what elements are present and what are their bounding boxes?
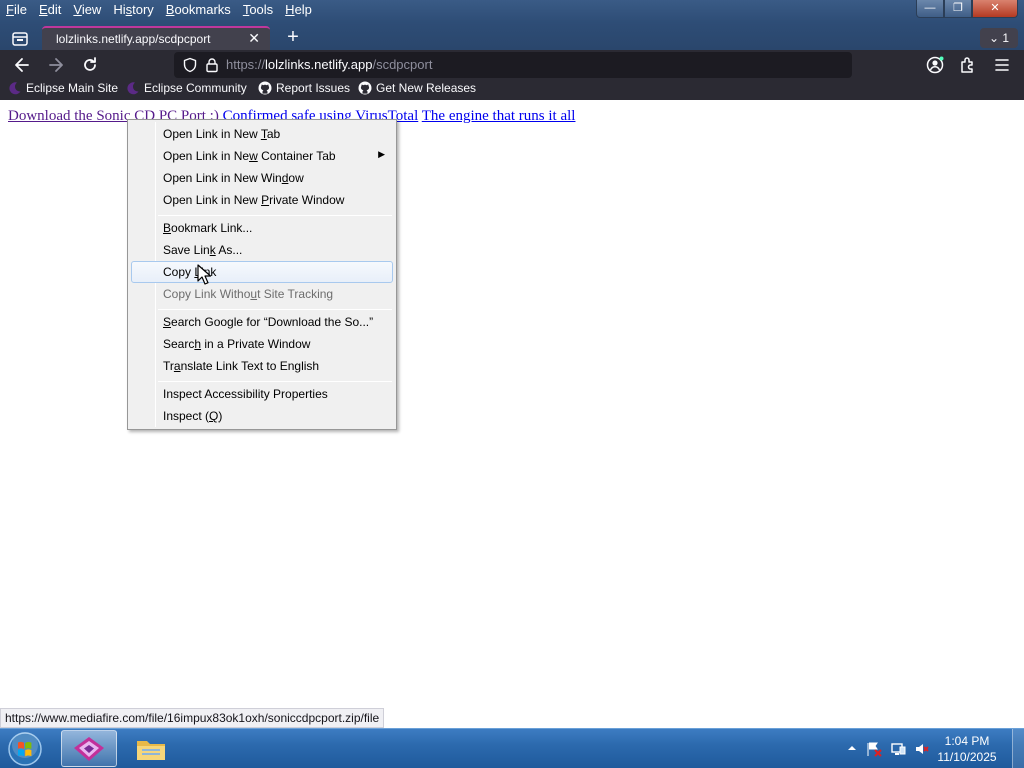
show-desktop-button[interactable]	[1012, 729, 1024, 768]
mouse-cursor-icon	[197, 264, 212, 285]
menu-bar: File Edit View History Bookmarks Tools H…	[0, 0, 318, 20]
browser-chrome: File Edit View History Bookmarks Tools H…	[0, 0, 1024, 100]
menu-search-google[interactable]: Search Google for “Download the So...”	[131, 311, 393, 333]
taskbar-browser-button[interactable]	[61, 730, 117, 767]
moon-icon	[127, 82, 139, 95]
menu-separator	[158, 215, 392, 216]
window-controls: — ❐ ✕	[916, 0, 1018, 18]
menu-save-link-as[interactable]: Save Link As...	[131, 239, 393, 261]
list-all-tabs-button[interactable]: ⌄ 1	[980, 28, 1018, 48]
new-tab-button[interactable]: +	[282, 26, 304, 48]
menu-edit[interactable]: Edit	[33, 0, 67, 20]
bookmarks-toolbar: Eclipse Main Site Eclipse Community Repo…	[0, 78, 1024, 100]
menu-separator	[158, 309, 392, 310]
menu-file[interactable]: File	[0, 0, 33, 20]
bookmark-report-issues[interactable]: Report Issues	[258, 81, 350, 95]
menu-open-container-tab[interactable]: Open Link in New Container Tab ▶	[131, 145, 393, 167]
menu-open-new-window[interactable]: Open Link in New Window	[131, 167, 393, 189]
bookmark-eclipse-community[interactable]: Eclipse Community	[126, 81, 247, 95]
menu-view[interactable]: View	[67, 0, 107, 20]
minimize-button[interactable]: —	[916, 0, 944, 18]
menu-inspect[interactable]: Inspect (Q)	[131, 405, 393, 427]
tab-active[interactable]: lolzlinks.netlify.app/scdpcport ✕	[42, 26, 270, 52]
url-text: https://lolzlinks.netlify.app/scdpcport	[226, 57, 433, 72]
firefox-view-icon	[12, 32, 28, 46]
menu-search-private-window[interactable]: Search in a Private Window	[131, 333, 393, 355]
tab-close-icon[interactable]: ✕	[248, 30, 260, 47]
forward-icon[interactable]	[46, 55, 66, 75]
menu-open-private-window[interactable]: Open Link in New Private Window	[131, 189, 393, 211]
clock-time: 1:04 PM	[944, 734, 990, 748]
menu-help[interactable]: Help	[279, 0, 318, 20]
maximize-button[interactable]: ❐	[944, 0, 972, 18]
system-clock[interactable]: 1:04 PM 11/10/2025	[932, 733, 1002, 765]
account-icon[interactable]	[925, 55, 945, 75]
bookmark-get-new-releases[interactable]: Get New Releases	[358, 81, 476, 95]
taskbar: 1:04 PM 11/10/2025	[0, 728, 1024, 768]
chevron-down-icon: ⌄	[988, 31, 1000, 45]
network-icon[interactable]	[890, 741, 906, 757]
tab-title: lolzlinks.netlify.app/scdpcport	[56, 32, 211, 46]
tab-count: 1	[1002, 31, 1010, 45]
taskbar-explorer-button[interactable]	[123, 730, 179, 767]
menu-copy-link[interactable]: Copy Link	[131, 261, 393, 283]
github-icon	[358, 81, 372, 95]
extensions-icon[interactable]	[958, 55, 978, 75]
context-menu: Open Link in New Tab Open Link in New Co…	[127, 119, 397, 430]
eclipse-browser-icon	[74, 737, 104, 761]
tracking-protection-shield-icon[interactable]	[182, 57, 198, 73]
folder-icon	[137, 741, 165, 760]
moon-icon	[9, 82, 21, 95]
link-status-url: https://www.mediafire.com/file/16impux83…	[0, 708, 385, 728]
menu-inspect-accessibility[interactable]: Inspect Accessibility Properties	[131, 383, 393, 405]
submenu-arrow-icon: ▶	[378, 149, 385, 159]
action-center-flag-icon[interactable]	[866, 741, 882, 757]
menu-open-new-tab[interactable]: Open Link in New Tab	[131, 123, 393, 145]
firefox-view-button[interactable]	[6, 27, 34, 51]
volume-muted-icon[interactable]	[914, 741, 930, 757]
windows-start-icon[interactable]	[6, 731, 44, 767]
menu-bookmarks[interactable]: Bookmarks	[160, 0, 237, 20]
github-icon	[258, 81, 272, 95]
reload-icon[interactable]	[80, 55, 100, 75]
show-hidden-icons-icon[interactable]	[848, 744, 856, 752]
close-window-button[interactable]: ✕	[972, 0, 1018, 18]
menu-bookmark-link[interactable]: Bookmark Link...	[131, 217, 393, 239]
menu-translate-link[interactable]: Translate Link Text to English	[131, 355, 393, 377]
menu-history[interactable]: History	[107, 0, 159, 20]
hamburger-menu-icon[interactable]	[992, 55, 1012, 75]
back-icon[interactable]	[12, 55, 32, 75]
bookmark-eclipse-main-site[interactable]: Eclipse Main Site	[8, 81, 118, 95]
menu-tools[interactable]: Tools	[237, 0, 279, 20]
menu-separator	[158, 381, 392, 382]
lock-icon[interactable]	[204, 57, 220, 73]
engine-link[interactable]: The engine that runs it all	[422, 108, 576, 124]
menu-copy-link-without-tracking: Copy Link Without Site Tracking	[163, 287, 334, 301]
clock-date: 11/10/2025	[937, 750, 997, 764]
url-bar[interactable]: https://lolzlinks.netlify.app/scdpcport	[174, 52, 852, 78]
